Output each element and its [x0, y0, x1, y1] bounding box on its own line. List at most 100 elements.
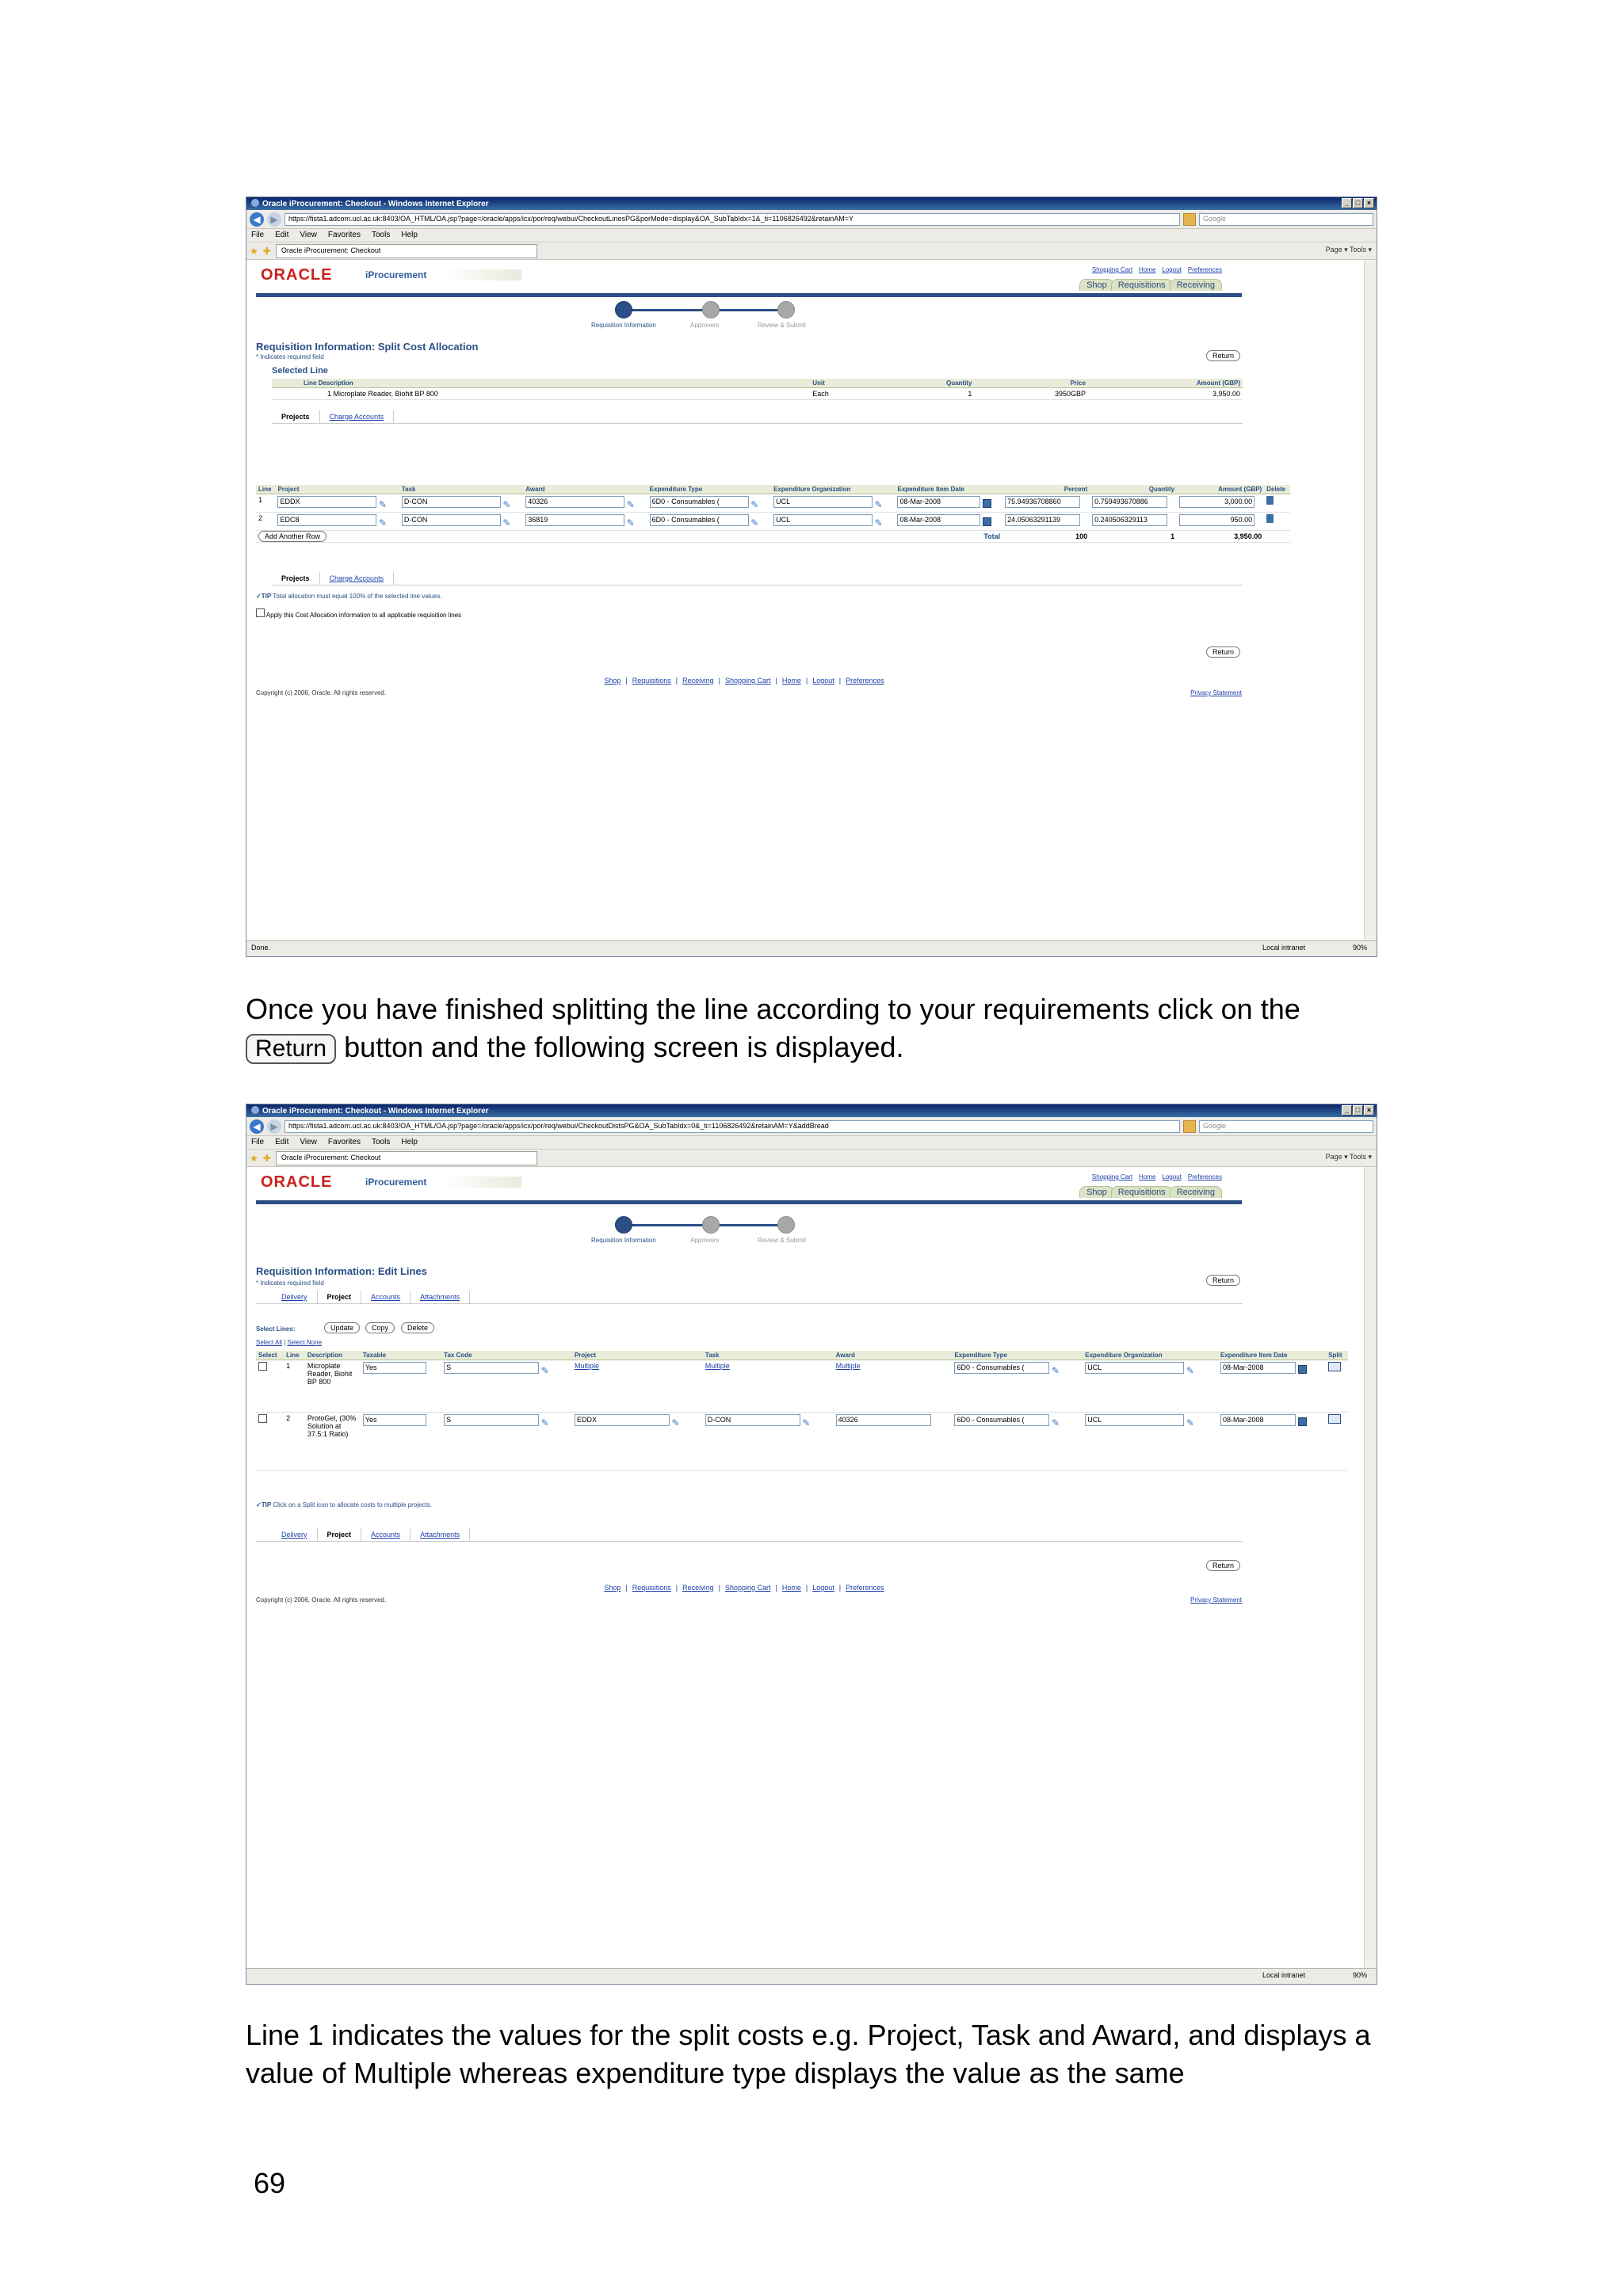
taxable-select[interactable]: Yes	[362, 1414, 426, 1426]
tab-receiving[interactable]: Receiving	[1169, 1186, 1222, 1198]
subtab-projects[interactable]: Projects	[272, 572, 320, 585]
expenditure-date-field[interactable]: 08-Mar-2008	[897, 514, 981, 526]
award-field[interactable]: 36819	[525, 514, 625, 526]
subtab-project[interactable]: Project	[318, 1528, 362, 1541]
expenditure-date-field[interactable]: 08-Mar-2008	[897, 496, 981, 508]
link-home[interactable]: Home	[1139, 1173, 1155, 1180]
expenditure-org-field[interactable]: UCL	[1085, 1362, 1185, 1374]
percent-field[interactable]: 75.94936708860	[1005, 496, 1081, 508]
link-logout[interactable]: Logout	[1162, 266, 1181, 273]
tax-code-field[interactable]: S	[444, 1362, 540, 1374]
menu-view[interactable]: View	[300, 1138, 317, 1147]
subtab-attachments[interactable]: Attachments	[411, 1291, 471, 1303]
privacy-link[interactable]: Privacy Statement	[1190, 1596, 1242, 1604]
search-lov-icon[interactable]: ✎	[875, 517, 883, 528]
row-checkbox[interactable]	[258, 1414, 267, 1423]
forward-icon[interactable]: ▶	[267, 1119, 281, 1134]
forward-icon[interactable]: ▶	[267, 212, 281, 227]
menu-tools[interactable]: Tools	[372, 231, 390, 240]
update-button[interactable]: Update	[324, 1322, 361, 1333]
menu-favorites[interactable]: Favorites	[328, 231, 361, 240]
delete-button[interactable]: Delete	[401, 1322, 435, 1333]
lock-icon[interactable]	[1183, 1119, 1196, 1133]
footer-link-shop[interactable]: Shop	[604, 1584, 621, 1592]
tab-shop[interactable]: Shop	[1079, 279, 1114, 291]
menu-edit[interactable]: Edit	[275, 231, 288, 240]
subtab-charge-accounts[interactable]: Charge Accounts	[320, 410, 395, 423]
subtab-delivery[interactable]: Delivery	[272, 1291, 318, 1303]
subtab-charge-accounts[interactable]: Charge Accounts	[320, 572, 395, 585]
search-lov-icon[interactable]: ✎	[1186, 1365, 1194, 1376]
subtab-project[interactable]: Project	[318, 1291, 362, 1303]
calendar-icon[interactable]	[983, 499, 991, 508]
amount-field[interactable]: 3,000.00	[1179, 496, 1255, 508]
scrollbar[interactable]	[1364, 1167, 1377, 1968]
subtab-attachments[interactable]: Attachments	[411, 1528, 471, 1541]
expenditure-org-field[interactable]: UCL	[1085, 1414, 1185, 1426]
search-lov-icon[interactable]: ✎	[627, 517, 635, 528]
close-icon[interactable]: ×	[1364, 198, 1374, 208]
project-field[interactable]: EDDX	[574, 1414, 670, 1426]
footer-link-logout[interactable]: Logout	[812, 677, 834, 685]
zoom-level[interactable]: 90%	[1353, 944, 1367, 952]
expenditure-org-field[interactable]: UCL	[773, 514, 873, 526]
tab-shop[interactable]: Shop	[1079, 1186, 1114, 1198]
footer-link-logout[interactable]: Logout	[812, 1584, 834, 1592]
search-input[interactable]: Google	[1199, 1119, 1373, 1133]
favorites-star-icon[interactable]: ★	[250, 246, 258, 257]
link-preferences[interactable]: Preferences	[1188, 266, 1222, 273]
maximize-icon[interactable]: □	[1353, 198, 1363, 208]
calendar-icon[interactable]	[983, 517, 991, 526]
subtab-projects[interactable]: Projects	[272, 410, 320, 423]
award-field[interactable]: 40326	[835, 1414, 931, 1426]
menu-file[interactable]: File	[251, 231, 264, 240]
search-input[interactable]: Google	[1199, 212, 1373, 226]
return-button-top[interactable]: Return	[1205, 1275, 1240, 1286]
expenditure-date-field[interactable]: 08-Mar-2008	[1220, 1362, 1296, 1374]
menu-help[interactable]: Help	[401, 231, 418, 240]
tab-requisitions[interactable]: Requisitions	[1110, 1186, 1173, 1198]
footer-link-preferences[interactable]: Preferences	[846, 1584, 884, 1592]
search-lov-icon[interactable]: ✎	[379, 517, 387, 528]
subtab-delivery[interactable]: Delivery	[272, 1528, 318, 1541]
project-field[interactable]: EDDX	[277, 496, 377, 508]
menu-tools[interactable]: Tools	[372, 1138, 390, 1147]
footer-link-home[interactable]: Home	[782, 677, 801, 685]
trash-icon[interactable]	[1266, 514, 1274, 523]
task-field[interactable]: D-CON	[401, 514, 501, 526]
link-shopping-cart[interactable]: Shopping Cart	[1092, 1173, 1132, 1180]
minimize-icon[interactable]: _	[1342, 1105, 1352, 1116]
search-lov-icon[interactable]: ✎	[502, 499, 510, 510]
search-lov-icon[interactable]: ✎	[750, 499, 758, 510]
return-button-bottom[interactable]: Return	[1205, 646, 1240, 658]
search-lov-icon[interactable]: ✎	[1052, 1365, 1060, 1376]
link-shopping-cart[interactable]: Shopping Cart	[1092, 266, 1132, 273]
add-favorite-icon[interactable]: ✚	[263, 1153, 271, 1164]
project-multiple-link[interactable]: Multiple	[575, 1362, 599, 1370]
return-button-bottom[interactable]: Return	[1205, 1560, 1240, 1571]
menu-edit[interactable]: Edit	[275, 1138, 288, 1147]
footer-link-shop[interactable]: Shop	[604, 677, 621, 685]
maximize-icon[interactable]: □	[1353, 1105, 1363, 1116]
search-lov-icon[interactable]: ✎	[1186, 1417, 1194, 1428]
expenditure-type-field[interactable]: 6D0 - Consumables (	[649, 496, 749, 508]
footer-link-shopping-cart[interactable]: Shopping Cart	[725, 677, 771, 685]
back-icon[interactable]: ◀	[250, 212, 264, 227]
award-field[interactable]: 40326	[525, 496, 625, 508]
search-lov-icon[interactable]: ✎	[875, 499, 883, 510]
tab-receiving[interactable]: Receiving	[1169, 279, 1222, 291]
zoom-level[interactable]: 90%	[1353, 1971, 1367, 1979]
subtab-accounts[interactable]: Accounts	[361, 1291, 411, 1303]
search-lov-icon[interactable]: ✎	[1052, 1417, 1060, 1428]
back-icon[interactable]: ◀	[250, 1119, 264, 1134]
split-icon[interactable]	[1328, 1414, 1342, 1424]
footer-link-requisitions[interactable]: Requisitions	[632, 1584, 671, 1592]
browser-tab[interactable]: Oracle iProcurement: Checkout	[275, 1150, 537, 1165]
search-lov-icon[interactable]: ✎	[541, 1365, 549, 1376]
taxable-select[interactable]: Yes	[362, 1362, 426, 1374]
amount-field[interactable]: 950.00	[1179, 514, 1255, 526]
lock-icon[interactable]	[1183, 212, 1196, 226]
footer-link-preferences[interactable]: Preferences	[846, 677, 884, 685]
menu-view[interactable]: View	[300, 231, 317, 240]
expenditure-type-field[interactable]: 6D0 - Consumables (	[954, 1414, 1050, 1426]
